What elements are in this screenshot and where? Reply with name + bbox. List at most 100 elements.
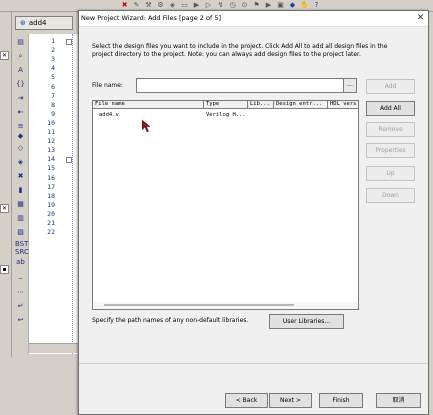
comment-icon[interactable]: ≡ [15, 122, 26, 131]
wand-icon[interactable]: ⚒ [144, 1, 153, 10]
open-file-icon[interactable]: ▤ [15, 38, 26, 47]
line-number: 10 [47, 118, 55, 127]
outdent-icon[interactable]: ⇤ [15, 108, 26, 117]
finish-button[interactable]: Finish [319, 393, 363, 408]
window-icon[interactable]: ▭ [180, 1, 189, 10]
bookmark-prev-icon[interactable]: ◈ [15, 158, 26, 167]
column-header-library[interactable]: Lib... [248, 101, 274, 109]
stop-icon[interactable]: ✖ [120, 1, 129, 10]
line-number: 22 [47, 228, 55, 237]
cell-hdl-version [328, 111, 358, 119]
line-number: 19 [47, 200, 55, 209]
line-number: 9 [51, 109, 55, 118]
block-icon[interactable]: ▦ [15, 200, 26, 209]
editor-icon-column: ▤ ⌕ A {} ⇥ ⇤ ≡ ◆ ◇ ◈ ✖ ▮ ▦ ▥ ▨ BST SRC a… [13, 34, 29, 354]
line-number: 4 [51, 64, 55, 73]
flag-icon[interactable]: ⚑ [252, 1, 261, 10]
column-header-file-name[interactable]: File name [93, 101, 204, 109]
symbol-icon[interactable]: ▥ [15, 214, 26, 223]
mouse-cursor-icon [142, 120, 150, 132]
column-header-design-entry[interactable]: Design entr... [274, 101, 328, 109]
back-button[interactable]: < Back [225, 393, 268, 408]
new-project-wizard-dialog: New Project Wizard: Add Files [page 2 of… [78, 10, 429, 415]
properties-button[interactable]: Properties [366, 143, 415, 158]
timer-icon[interactable]: ◷ [228, 1, 237, 10]
settings-icon[interactable]: ⚙ [156, 1, 165, 10]
line-number: 6 [51, 82, 55, 91]
program-icon[interactable]: ◆ [288, 1, 297, 10]
run-icon[interactable]: ▶ [264, 1, 273, 10]
line-number: 21 [47, 219, 55, 227]
editor-tab[interactable]: ⊛ add4 [15, 16, 73, 30]
line-number: 16 [47, 173, 55, 182]
margin-guide [72, 34, 75, 354]
brace-icon[interactable]: {} [15, 80, 26, 89]
close-icon[interactable]: ✕ [415, 13, 426, 24]
file-name-label: File name: [92, 82, 123, 89]
cell-design-entry [274, 111, 328, 119]
remove-button[interactable]: Remove [366, 122, 415, 137]
up-button[interactable]: Up [366, 166, 415, 181]
unwrap-icon[interactable]: ↩ [15, 316, 26, 325]
pencil-icon[interactable]: ✎ [132, 1, 141, 10]
close-panel-icon[interactable]: ✕ [0, 51, 9, 60]
line-number: 7 [51, 91, 55, 100]
line-icon[interactable]: ⎯ [15, 274, 26, 283]
ide-right-edge [429, 12, 433, 415]
close-panel-icon[interactable]: ✕ [0, 204, 9, 213]
add-button[interactable]: Add [366, 79, 415, 94]
bookmark-icon[interactable]: ◆ [15, 132, 26, 141]
down-button[interactable]: Down [366, 188, 415, 203]
user-libraries-button[interactable]: User Libraries... [269, 314, 344, 329]
ab-icon[interactable]: ab [15, 258, 26, 267]
line-number: 12 [47, 137, 55, 146]
cell-file-name: add4.v [99, 112, 119, 118]
panel-marker-icon: ▪ [0, 265, 9, 274]
cancel-button[interactable]: 取消 [376, 393, 421, 408]
wrap-icon[interactable]: ↵ [15, 302, 26, 311]
find-replace-icon[interactable]: A [15, 66, 26, 75]
dialog-title-bar[interactable]: New Project Wizard: Add Files [page 2 of… [79, 11, 428, 27]
insert-template-icon[interactable]: ▮ [15, 186, 26, 195]
image-icon[interactable]: ▨ [15, 228, 26, 237]
cell-type: Verilog H... [206, 112, 246, 118]
file-name-input[interactable] [136, 78, 344, 93]
dialog-title: New Project Wizard: Add Files [page 2 of… [81, 14, 221, 22]
bookmark-next-icon[interactable]: ◇ [15, 144, 26, 153]
table-header: File name Type Lib... Design entr... HDL… [93, 101, 358, 109]
src-icon[interactable]: SRC [15, 248, 29, 257]
line-number: 3 [51, 55, 55, 64]
line-number: 18 [47, 191, 55, 200]
line-number: 20 [47, 209, 55, 218]
dots-icon[interactable]: ⋯ [15, 288, 26, 297]
table-row[interactable]: add4.v Verilog H... [93, 111, 358, 119]
play-icon[interactable]: ▶ [192, 1, 201, 10]
next-button[interactable]: Next > [269, 393, 312, 408]
column-header-type[interactable]: Type [204, 101, 248, 109]
footer-separator [79, 363, 428, 364]
scrollbar-thumb[interactable] [104, 304, 294, 306]
verilog-file-icon: ⊛ [20, 19, 26, 27]
indent-icon[interactable]: ⇥ [15, 94, 26, 103]
step-icon[interactable]: ▷ [204, 1, 213, 10]
files-table[interactable]: File name Type Lib... Design entr... HDL… [92, 100, 359, 310]
instruction-text: Select the design files you want to incl… [92, 43, 388, 58]
column-header-hdl-version[interactable]: HDL vers [328, 101, 358, 109]
library-path-text: Specify the path names of any non-defaul… [92, 317, 249, 324]
browse-button[interactable]: ... [343, 78, 357, 93]
line-number: 2 [51, 46, 55, 55]
compile-icon[interactable]: ◈ [168, 1, 177, 10]
horizontal-scrollbar[interactable] [94, 302, 358, 309]
cell-library [248, 111, 274, 119]
analyze-icon[interactable]: ⊙ [240, 1, 249, 10]
add-all-button[interactable]: Add All [366, 101, 415, 116]
chip-icon[interactable]: ▣ [276, 1, 285, 10]
route-icon[interactable]: ↯ [216, 1, 225, 10]
ide-status-area [0, 357, 82, 415]
binoculars-icon[interactable]: ⌕ [15, 52, 26, 61]
bookmark-clear-icon[interactable]: ✖ [15, 172, 26, 181]
help-icon[interactable]: ? [312, 1, 321, 10]
line-number: 14 [47, 155, 55, 164]
hand-icon[interactable]: ✋ [300, 1, 309, 10]
line-number: 8 [51, 100, 55, 109]
